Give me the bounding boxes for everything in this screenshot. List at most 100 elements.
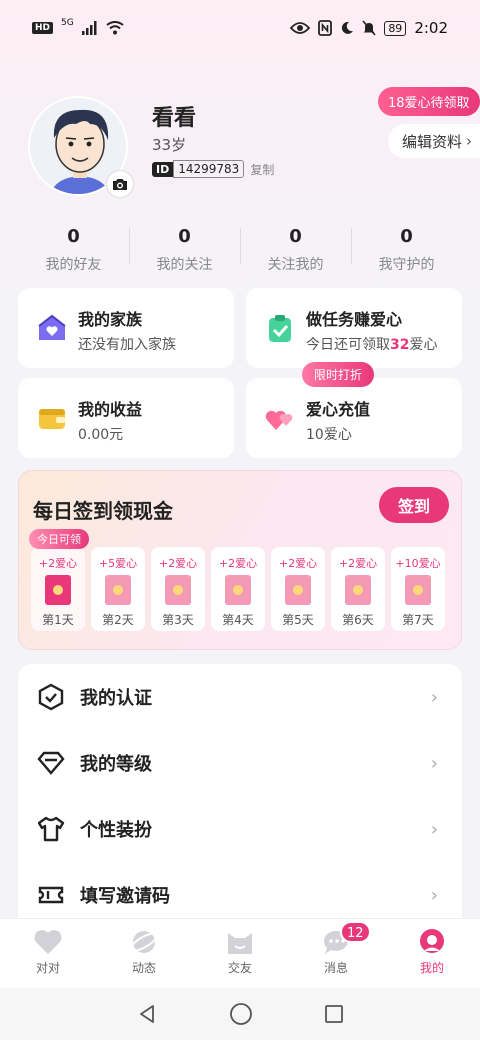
tab-moments[interactable]: 动态 [96, 919, 192, 988]
settings-menu: 我的认证 › 我的等级 › 个性装扮 › 填写邀请码 › [18, 664, 462, 934]
cat-face-tab-icon [225, 927, 255, 957]
family-card[interactable]: 我的家族 还没有加入家族 [18, 288, 234, 368]
pending-hearts-badge[interactable]: 18爱心待领取 [378, 87, 480, 116]
day-label: 第1天 [42, 613, 74, 627]
wallet-icon [39, 409, 65, 429]
recent-apps-icon[interactable] [324, 1004, 344, 1024]
checkin-day-1[interactable]: +2爱心 第1天 [31, 547, 85, 631]
diamond-level-icon [36, 748, 66, 778]
day-label: 第7天 [402, 613, 434, 627]
menu-item-decoration[interactable]: 个性装扮 › [18, 796, 462, 862]
day-reward: +2爱心 [278, 557, 318, 570]
today-available-badge: 今日可领 [29, 529, 89, 549]
chevron-right-icon: › [430, 752, 438, 774]
family-title: 我的家族 [78, 310, 143, 329]
menu-item-level[interactable]: 我的等级 › [18, 730, 462, 796]
user-id-value: 14299783 [173, 160, 245, 178]
tasks-sub-suffix: 爱心 [409, 337, 438, 353]
checkin-day-2[interactable]: +5爱心 第2天 [91, 547, 145, 631]
stat-following[interactable]: 0 我的关注 [129, 224, 240, 280]
edit-profile-button[interactable]: 编辑资料 › [388, 124, 480, 158]
tab-label: 消息 [323, 961, 348, 975]
menu-label: 我的等级 [80, 754, 152, 775]
tasks-title: 做任务赚爱心 [306, 310, 403, 329]
user-name: 看看 [152, 106, 197, 131]
menu-label: 我的认证 [80, 688, 152, 709]
edit-profile-label: 编辑资料 [402, 132, 463, 151]
menu-label: 填写邀请码 [80, 886, 170, 907]
certification-shield-icon [36, 682, 66, 712]
tab-label: 我的 [419, 961, 444, 975]
stat-value: 0 [289, 226, 302, 247]
menu-label: 个性装扮 [80, 820, 152, 841]
day-reward: +2爱心 [158, 557, 198, 570]
day-label: 第2天 [102, 613, 134, 627]
tab-messages[interactable]: 12 消息 [288, 919, 384, 988]
signal-icon: 5G [61, 18, 74, 28]
tab-duidui[interactable]: 对对 [0, 919, 96, 988]
cell-signal-icon [81, 21, 97, 35]
menu-item-certification[interactable]: 我的认证 › [18, 664, 462, 730]
chevron-right-icon: › [430, 686, 438, 708]
id-tag: ID [152, 161, 174, 177]
avatar-container[interactable] [28, 96, 134, 200]
clock: 2:02 [414, 19, 448, 37]
day-reward: +2爱心 [338, 557, 378, 570]
limited-discount-badge: 限时打折 [302, 362, 375, 387]
stat-followers[interactable]: 0 关注我的 [240, 224, 351, 280]
red-envelope-icon [45, 575, 71, 605]
tasks-sub-highlight: 32 [390, 337, 410, 353]
checkin-day-6[interactable]: +2爱心 第6天 [331, 547, 385, 631]
user-age: 33岁 [152, 136, 187, 154]
day-label: 第5天 [282, 613, 314, 627]
hd-indicator: HD [32, 22, 54, 34]
stat-friends[interactable]: 0 我的好友 [18, 224, 129, 280]
stat-label: 我守护的 [378, 257, 435, 273]
status-bar: HD 5G 89 2:02 [0, 0, 480, 56]
stat-value: 0 [400, 226, 413, 247]
checkin-day-4[interactable]: +2爱心 第4天 [211, 547, 265, 631]
red-envelope-icon [105, 575, 131, 605]
tab-friends[interactable]: 交友 [192, 919, 288, 988]
checkin-title: 每日签到领现金 [33, 499, 173, 523]
day-label: 第6天 [342, 613, 374, 627]
checkin-days: +2爱心 第1天 +5爱心 第2天 +2爱心 第3天 +2爱心 第4天 +2爱心… [31, 547, 445, 631]
red-envelope-icon [165, 575, 191, 605]
checkin-day-3[interactable]: +2爱心 第3天 [151, 547, 205, 631]
red-envelope-icon [405, 575, 431, 605]
checkin-button[interactable]: 签到 [379, 487, 449, 523]
camera-icon [113, 179, 127, 190]
home-icon[interactable] [229, 1002, 253, 1026]
day-label: 第3天 [162, 613, 194, 627]
checkin-day-5[interactable]: +2爱心 第5天 [271, 547, 325, 631]
battery-indicator: 89 [384, 20, 407, 36]
day-reward: +10爱心 [395, 557, 441, 570]
family-subtitle: 还没有加入家族 [78, 337, 176, 353]
income-card[interactable]: 我的收益 0.00元 [18, 378, 234, 458]
wifi-icon [106, 21, 124, 35]
stat-label: 我的好友 [45, 257, 102, 273]
red-envelope-icon [225, 575, 251, 605]
change-photo-button[interactable] [106, 170, 134, 198]
back-icon[interactable] [136, 1003, 158, 1025]
bottom-tab-bar: 对对 动态 交友 12 消息 我的 [0, 918, 480, 988]
tab-mine[interactable]: 我的 [384, 919, 480, 988]
heart-tab-icon [33, 927, 63, 957]
chevron-right-icon: › [466, 132, 473, 150]
income-title: 我的收益 [78, 400, 143, 419]
planet-tab-icon [129, 927, 159, 957]
recharge-subtitle: 10爱心 [306, 427, 352, 443]
tab-label: 交友 [227, 961, 252, 975]
copy-id-button[interactable]: 复制 [250, 161, 274, 178]
tab-label: 对对 [35, 961, 60, 975]
recharge-title: 爱心充值 [306, 400, 371, 419]
stat-guarding[interactable]: 0 我守护的 [351, 224, 462, 280]
tasks-card[interactable]: 做任务赚爱心 今日还可领取32爱心 [246, 288, 462, 368]
unread-count-badge: 12 [340, 921, 371, 943]
checkin-day-7[interactable]: +10爱心 第7天 [391, 547, 445, 631]
day-reward: +2爱心 [218, 557, 258, 570]
red-envelope-icon [345, 575, 371, 605]
stat-value: 0 [178, 226, 191, 247]
recharge-card[interactable]: 爱心充值 10爱心 [246, 378, 462, 458]
mute-bell-icon [362, 20, 376, 36]
